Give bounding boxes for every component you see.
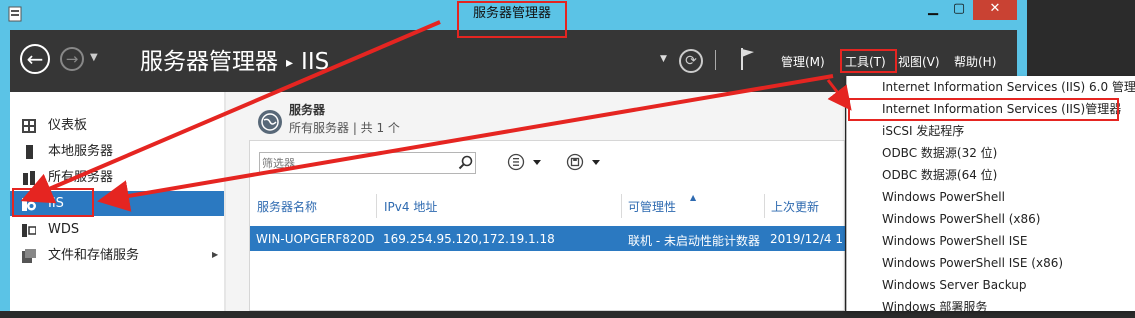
sidebar-item-dashboard[interactable]: 仪表板	[10, 113, 224, 138]
sidebar-item-label: 本地服务器	[48, 144, 114, 159]
header-dropdown-icon[interactable]: ▼	[660, 54, 667, 64]
menu-item-iscsi-initiator[interactable]: iSCSI 发起程序	[882, 120, 1135, 142]
window-frame-left	[0, 30, 10, 311]
sidebar-item-label: 所有服务器	[48, 170, 114, 185]
wds-icon	[22, 224, 36, 237]
menu-item-server-backup[interactable]: Windows Server Backup	[882, 274, 1135, 296]
column-header-manageability[interactable]: 可管理性	[628, 198, 676, 215]
arrow-left-icon: ←	[26, 47, 44, 71]
column-divider[interactable]	[764, 194, 765, 218]
sidebar-item-label: 仪表板	[48, 118, 88, 133]
server-manager-app-icon	[8, 6, 22, 22]
menu-tools[interactable]: 工具(T)	[845, 53, 886, 70]
menu-help[interactable]: 帮助(H)	[954, 53, 996, 70]
history-dropdown-icon[interactable]: ▼	[90, 52, 98, 63]
refresh-icon[interactable]: ⟳	[679, 49, 703, 73]
section-subtitle: 所有服务器 | 共 1 个	[289, 121, 400, 135]
maximize-button[interactable]: ▢	[946, 0, 972, 20]
save-query-button[interactable]	[566, 151, 606, 173]
sidebar-item-iis[interactable]: IIS	[10, 191, 224, 216]
menu-item-powershell-x86[interactable]: Windows PowerShell (x86)	[882, 208, 1135, 230]
minimize-button[interactable]: ▁	[920, 0, 946, 20]
sidebar-item-all-servers[interactable]: 所有服务器	[10, 165, 224, 190]
servers-icon	[23, 171, 35, 185]
menu-view[interactable]: 视图(V)	[898, 53, 940, 70]
sidebar-item-label: 文件和存储服务	[48, 248, 140, 263]
cell-manageability: 联机 - 未启动性能计数器	[628, 234, 760, 248]
window-title: 服务器管理器	[472, 6, 551, 21]
back-button[interactable]: ←	[20, 44, 50, 74]
sort-ascending-icon: ▲	[690, 193, 697, 202]
menu-item-odbc-32[interactable]: ODBC 数据源(32 位)	[882, 142, 1135, 164]
column-header-last-update[interactable]: 上次更新	[771, 198, 819, 215]
sidebar-item-local-server[interactable]: 本地服务器	[10, 139, 224, 164]
column-divider[interactable]	[621, 194, 622, 218]
cell-server-name: WIN-UOPGERF820D	[256, 232, 374, 246]
globe-icon	[258, 110, 282, 134]
menu-item-odbc-64[interactable]: ODBC 数据源(64 位)	[882, 164, 1135, 186]
sidebar-item-label: IIS	[48, 196, 64, 211]
sidebar-item-file-storage[interactable]: 文件和存储服务	[10, 243, 224, 268]
cell-ipv4: 169.254.95.120,172.19.1.18	[383, 232, 555, 246]
sidebar-item-wds[interactable]: WDS	[10, 217, 224, 242]
header-divider	[715, 50, 716, 70]
sidebar-item-label: WDS	[48, 222, 80, 237]
menu-item-deployment-services[interactable]: Windows 部署服务	[882, 296, 1135, 318]
column-divider[interactable]	[376, 194, 377, 218]
breadcrumb-root[interactable]: 服务器管理器	[140, 49, 278, 75]
menu-item-iis-manager[interactable]: Internet Information Services (IIS)管理器	[882, 98, 1135, 120]
close-button[interactable]: ✕	[973, 0, 1017, 20]
notification-flag-icon[interactable]	[738, 46, 758, 72]
dashboard-icon	[22, 119, 36, 133]
search-icon[interactable]	[458, 155, 474, 171]
filter-box[interactable]	[259, 152, 476, 174]
breadcrumb-current: IIS	[301, 49, 330, 75]
menu-manage[interactable]: 管理(M)	[781, 53, 825, 70]
menu-item-powershell-ise-x86[interactable]: Windows PowerShell ISE (x86)	[882, 252, 1135, 274]
storage-icon	[22, 249, 36, 263]
expand-arrow-icon[interactable]: ▶	[212, 250, 218, 259]
breadcrumb: 服务器管理器 ▸ IIS	[140, 46, 329, 78]
arrow-right-icon: →	[65, 50, 79, 68]
iis-icon	[22, 198, 36, 211]
menu-item-powershell[interactable]: Windows PowerShell	[882, 186, 1135, 208]
forward-button[interactable]: →	[60, 47, 84, 71]
breadcrumb-separator-icon: ▸	[286, 54, 294, 71]
section-title: 服务器	[289, 103, 326, 117]
menu-item-powershell-ise[interactable]: Windows PowerShell ISE	[882, 230, 1135, 252]
column-header-server-name[interactable]: 服务器名称	[257, 198, 317, 215]
column-header-ipv4[interactable]: IPv4 地址	[384, 198, 437, 215]
menu-item-iis6-manager[interactable]: Internet Information Services (IIS) 6.0 …	[882, 76, 1135, 98]
filter-input[interactable]	[262, 154, 452, 172]
list-options-button[interactable]	[507, 151, 547, 173]
cell-last-update: 2019/12/4 11	[770, 232, 844, 246]
server-icon	[26, 145, 33, 159]
